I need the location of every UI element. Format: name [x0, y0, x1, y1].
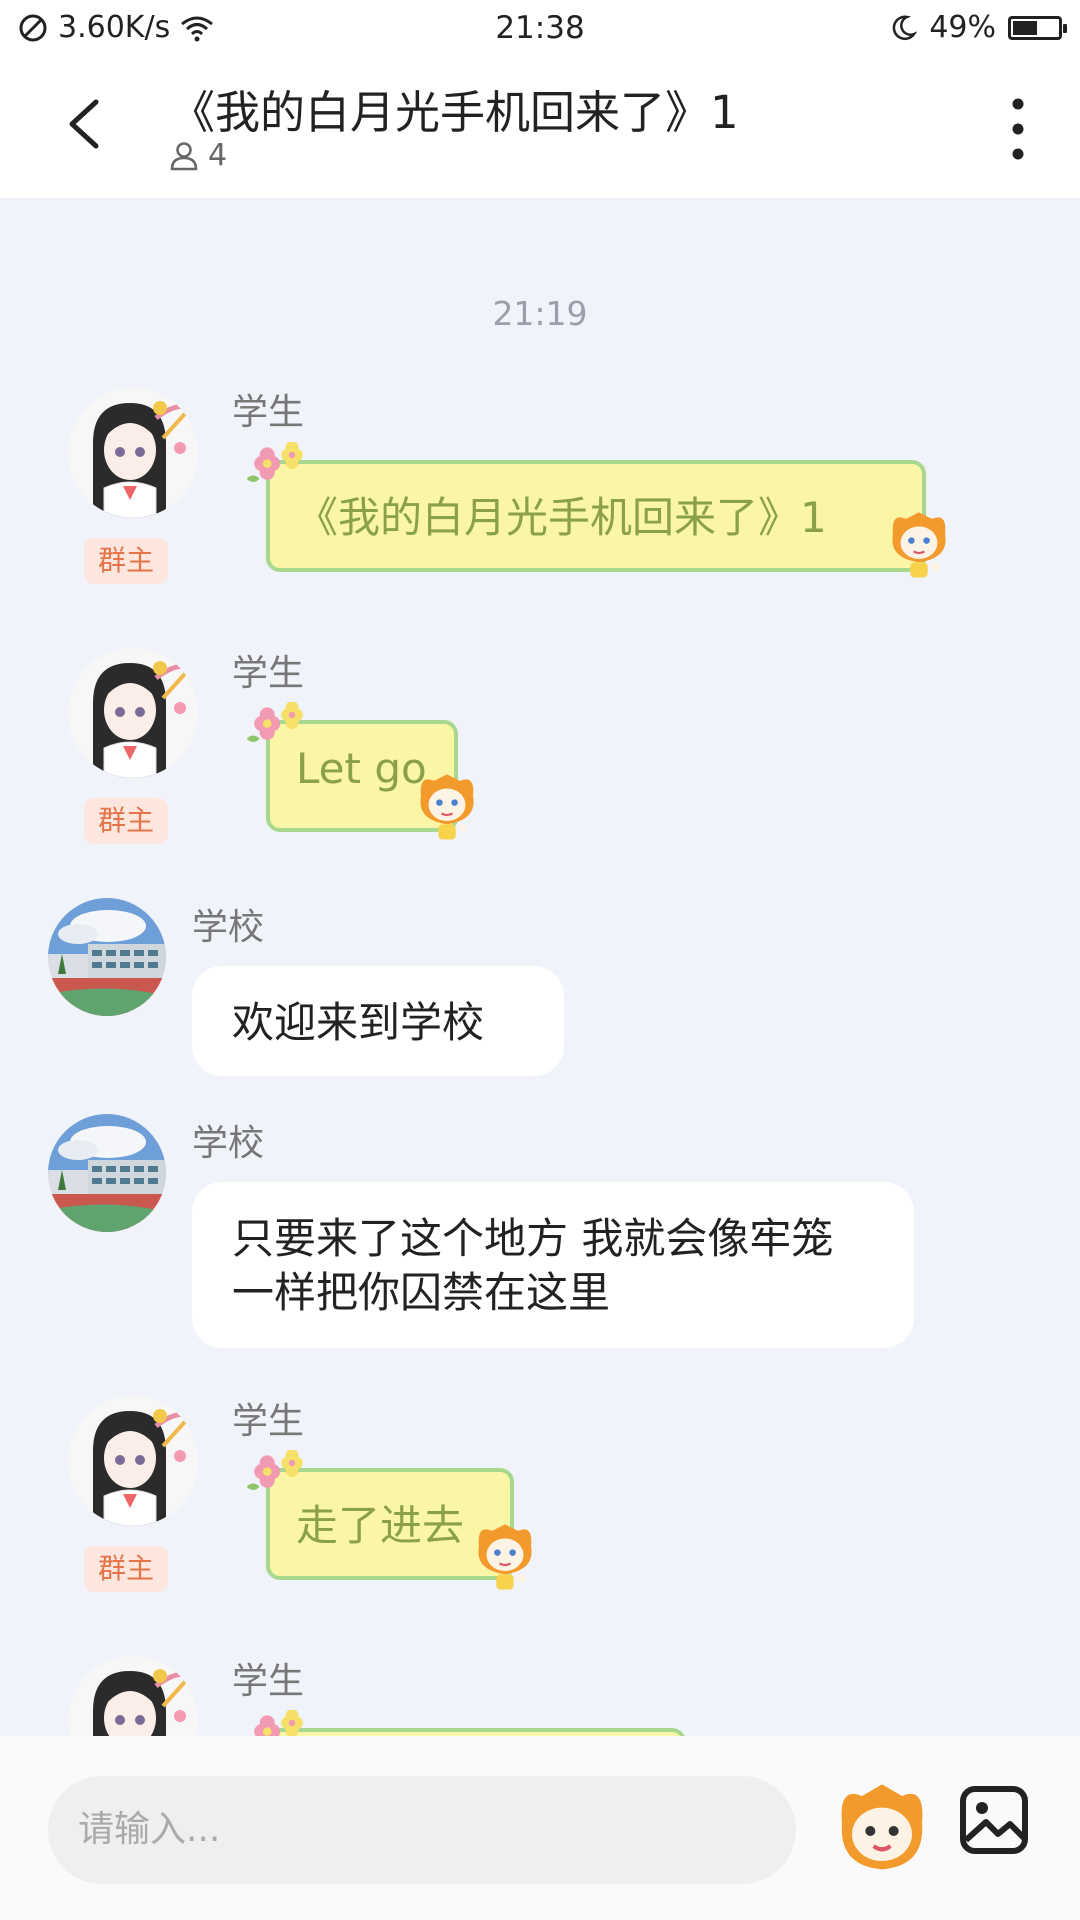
message-text: 只要来了这个地方 我就会像牢笼一样把你囚禁在这里 — [232, 1214, 834, 1317]
emoji-mascot-icon[interactable] — [832, 1776, 932, 1876]
back-arrow-icon[interactable] — [58, 94, 108, 154]
sender-name: 学生 — [232, 1401, 305, 1442]
mascot-sticker — [472, 1520, 538, 1596]
flower-decoration — [240, 702, 316, 756]
sender-name: 学校 — [192, 907, 265, 948]
sender-name: 学生 — [232, 653, 305, 694]
battery-percent: 49% — [929, 10, 996, 45]
person-icon — [170, 141, 198, 170]
flower-decoration — [240, 1710, 316, 1736]
member-count-value: 4 — [208, 138, 228, 173]
avatar[interactable] — [48, 898, 166, 1016]
owner-badge: 群主 — [84, 798, 168, 844]
message-text: 走了进去 — [296, 1501, 465, 1550]
message-input[interactable]: 请输入... — [48, 1776, 796, 1884]
avatar[interactable] — [68, 1656, 198, 1736]
avatar[interactable] — [68, 1396, 198, 1526]
chat-area[interactable]: 21:19 群主 学生 《我的白月光手机回来了》1 群主 学生 Let go 学… — [0, 198, 1080, 1736]
message-bubble[interactable]: 《我的白月光手机回来了》1 — [266, 460, 926, 572]
message-bubble[interactable] — [266, 1728, 686, 1736]
image-icon[interactable] — [958, 1784, 1030, 1856]
status-bar: 3.60K/s 21:38 49% — [0, 0, 1080, 58]
sender-name: 学校 — [192, 1123, 265, 1164]
battery-icon — [1008, 15, 1067, 40]
chat-header: 《我的白月光手机回来了》1 4 — [0, 58, 1080, 198]
message-bubble[interactable]: 只要来了这个地方 我就会像牢笼一样把你囚禁在这里 — [192, 1182, 914, 1348]
chat-title: 《我的白月光手机回来了》1 — [170, 86, 739, 139]
flower-decoration — [240, 442, 316, 496]
message-bubble[interactable]: 欢迎来到学校 — [192, 966, 564, 1076]
owner-badge: 群主 — [84, 538, 168, 584]
mascot-sticker — [886, 508, 952, 584]
sender-name: 学生 — [232, 392, 305, 433]
avatar[interactable] — [68, 388, 198, 518]
moon-icon — [893, 15, 918, 40]
mascot-sticker — [414, 770, 480, 846]
timestamp: 21:19 — [492, 294, 588, 333]
flower-decoration — [240, 1450, 316, 1504]
avatar[interactable] — [48, 1114, 166, 1232]
message-text: 欢迎来到学校 — [232, 998, 485, 1047]
avatar[interactable] — [68, 648, 198, 778]
message-text: 《我的白月光手机回来了》1 — [296, 493, 827, 542]
more-vertical-icon[interactable] — [1006, 94, 1030, 164]
sender-name: 学生 — [232, 1661, 305, 1702]
owner-badge: 群主 — [84, 1546, 168, 1592]
member-count[interactable]: 4 — [170, 138, 227, 173]
input-bar: 请输入... — [0, 1736, 1080, 1920]
